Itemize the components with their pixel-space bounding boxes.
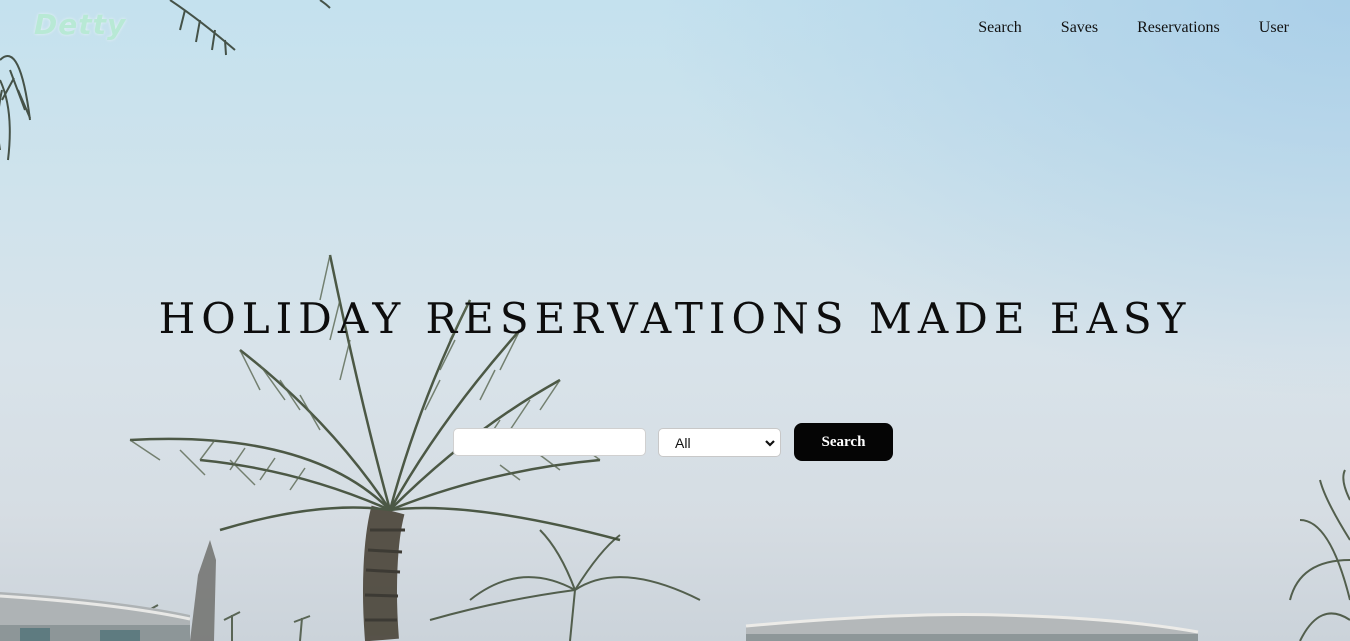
brand-logo[interactable]: Detty (34, 8, 126, 41)
nav-saves[interactable]: Saves (1061, 19, 1098, 37)
category-select[interactable]: All (658, 428, 781, 457)
hero-headline: HOLIDAY RESERVATIONS MADE EASY (158, 294, 1192, 343)
nav-user[interactable]: User (1259, 19, 1289, 37)
search-input[interactable] (453, 428, 646, 456)
right-palm (1289, 469, 1350, 641)
nav-reservations[interactable]: Reservations (1137, 19, 1220, 37)
category-select-value: All (675, 435, 691, 451)
tree-stump (190, 540, 216, 641)
lower-palm (429, 529, 701, 641)
search-button[interactable]: Search (794, 423, 893, 461)
nav-search[interactable]: Search (978, 19, 1022, 37)
chevron-down-icon (764, 436, 776, 453)
hero-background: Detty Search Saves Reservations User HOL… (0, 0, 1350, 641)
buildings (0, 592, 1199, 641)
top-nav: Search Saves Reservations User (939, 19, 1289, 37)
